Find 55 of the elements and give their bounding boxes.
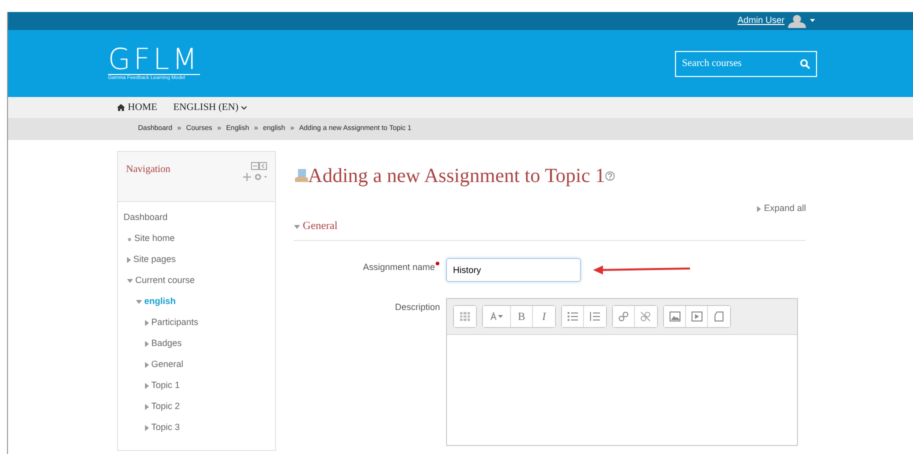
collapsed-arrow-icon[interactable] <box>144 425 148 431</box>
media-icon <box>690 311 702 322</box>
image-button[interactable] <box>664 306 686 328</box>
user-name-link[interactable]: Admin User <box>737 14 784 28</box>
image-icon <box>668 311 680 322</box>
section-title[interactable]: General <box>302 218 338 235</box>
help-icon[interactable] <box>605 171 616 181</box>
chevron-icon <box>241 106 248 110</box>
nav-item-link[interactable]: Participants <box>151 316 198 330</box>
table-icon <box>459 311 471 322</box>
nav-item-link[interactable]: Dashboard <box>124 211 168 225</box>
nav-item-link[interactable]: General <box>151 358 184 372</box>
assignment-icon <box>294 168 308 184</box>
link-icon <box>618 311 630 322</box>
home-icon <box>117 104 125 111</box>
move-icon[interactable] <box>243 172 252 181</box>
link-button[interactable] <box>613 306 635 328</box>
nav-item-link[interactable]: Topic 2 <box>151 400 180 414</box>
font-icon <box>490 311 503 322</box>
field-label: Description <box>394 302 440 312</box>
nav-item-link[interactable]: Site pages <box>133 253 176 267</box>
expanded-arrow-icon[interactable] <box>126 279 132 283</box>
collapsed-arrow-icon <box>757 206 762 212</box>
bullets-button[interactable] <box>562 306 584 328</box>
collapsed-arrow-icon[interactable] <box>126 257 130 263</box>
expanded-arrow-icon[interactable] <box>136 300 142 304</box>
dock-icons[interactable] <box>251 162 267 170</box>
collapsed-arrow-icon[interactable] <box>144 320 148 326</box>
caret-icon[interactable] <box>810 19 815 23</box>
menu-link[interactable]: HOME <box>117 100 158 115</box>
menu-link[interactable]: ENGLISH (EN) <box>173 100 248 115</box>
page-title: Adding a new Assignment to Topic 1 <box>308 164 606 189</box>
bullets-icon <box>566 311 578 322</box>
nav-item-link[interactable]: Badges <box>151 337 182 351</box>
block-title: Navigation <box>126 163 170 177</box>
nav-item-link[interactable]: Current course <box>135 274 195 288</box>
collapsed-arrow-icon[interactable] <box>144 341 148 347</box>
expanded-arrow-icon[interactable] <box>294 224 300 228</box>
field-label: Assignment name <box>362 262 435 272</box>
logo-title: GFLM <box>108 44 200 75</box>
font-button[interactable] <box>483 306 511 328</box>
expand-all-link[interactable]: Expand all <box>764 202 806 216</box>
numbers-icon <box>589 311 601 322</box>
nav-item-link[interactable]: Topic 3 <box>151 421 180 435</box>
user-avatar-icon <box>787 14 808 28</box>
nav-item-link[interactable]: Site home <box>134 232 175 246</box>
collapsed-arrow-icon[interactable] <box>144 383 148 389</box>
unlink-icon <box>640 311 652 322</box>
bullet-icon <box>126 236 132 242</box>
nav-item-link[interactable]: english <box>144 295 176 309</box>
text-field[interactable]: History <box>446 258 581 282</box>
collapsed-arrow-icon[interactable] <box>144 404 148 410</box>
collapsed-arrow-icon[interactable] <box>144 362 148 368</box>
file-icon <box>713 311 725 322</box>
nav-item-link[interactable]: Topic 1 <box>151 379 180 393</box>
